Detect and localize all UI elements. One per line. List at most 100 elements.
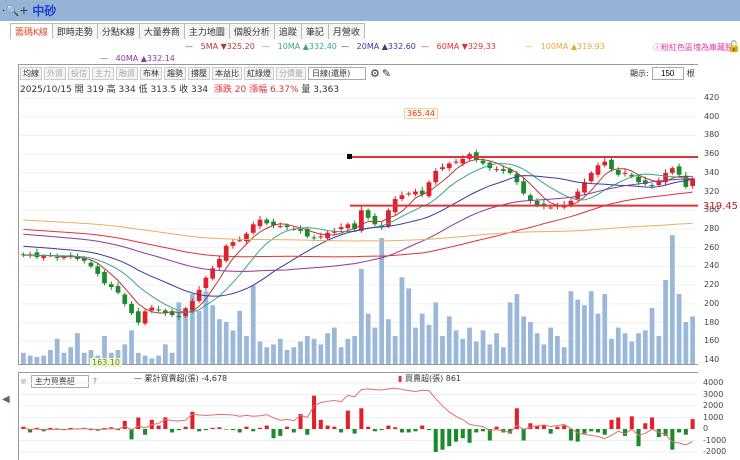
volume-bar	[217, 319, 222, 364]
volume-bar	[588, 291, 594, 364]
candle-body	[108, 284, 114, 288]
flow-bar	[481, 429, 486, 432]
volume-bar	[203, 291, 209, 364]
candle-body	[480, 160, 486, 164]
candle-body	[636, 176, 641, 183]
candle-body	[102, 272, 107, 284]
volume-bar	[690, 316, 695, 364]
candle-body	[413, 191, 418, 195]
volume-bar	[196, 310, 202, 364]
volume-bar	[413, 327, 418, 364]
volume-bar	[419, 313, 425, 364]
volume-bar	[149, 358, 155, 364]
volume-bar	[676, 294, 682, 364]
flow-bar	[244, 426, 249, 429]
ma-20-line	[23, 175, 693, 297]
flow-bar	[399, 429, 404, 433]
indicator-tick-label: 1000	[703, 412, 724, 422]
volume-bar	[507, 302, 513, 364]
volume-bar	[230, 330, 236, 364]
indicator-tick-label: 0	[703, 424, 709, 433]
flow-bar	[183, 426, 188, 429]
volume-bar	[480, 330, 486, 364]
low-price-label: 163.10	[90, 358, 122, 367]
flow-bar	[575, 429, 580, 442]
flow-bar	[197, 429, 202, 432]
candle-body	[582, 182, 587, 193]
flow-bar	[129, 429, 134, 440]
volume-bar	[494, 333, 499, 364]
candle-body	[149, 307, 155, 311]
volume-bar	[372, 327, 378, 364]
volume-bar	[561, 347, 567, 364]
flow-bar	[257, 427, 263, 429]
y-tick-label: 260	[704, 242, 720, 252]
candle-body	[237, 240, 243, 242]
volume-bar	[683, 322, 689, 364]
ma-5-line	[23, 159, 693, 314]
volume-bar	[541, 344, 547, 364]
candle-body	[129, 303, 134, 314]
flow-bar	[251, 429, 256, 432]
flow-bar	[48, 427, 53, 429]
volume-bar	[534, 333, 540, 364]
volume-bar	[223, 322, 229, 364]
flow-bar	[372, 429, 377, 432]
candle-body	[514, 173, 520, 183]
candle-body	[176, 316, 182, 318]
flow-bar	[264, 425, 269, 429]
volume-bar	[48, 350, 53, 364]
flow-bar	[494, 426, 499, 429]
flow-bar	[170, 429, 175, 433]
volume-bar	[142, 355, 148, 364]
volume-bar	[663, 280, 668, 364]
indicator-tick-label: -1000	[703, 435, 727, 445]
volume-bar	[277, 338, 283, 364]
volume-bar	[386, 319, 391, 364]
candle-body	[115, 286, 121, 293]
flow-bar	[602, 429, 607, 435]
flow-bar	[650, 417, 655, 429]
candle-body	[345, 224, 351, 229]
candle-body	[365, 210, 371, 218]
volume-bar	[291, 347, 297, 364]
candle-body	[264, 219, 270, 224]
candle-body	[372, 215, 378, 225]
flow-bar	[359, 408, 364, 429]
volume-bar	[460, 338, 466, 364]
candle-body	[196, 289, 202, 302]
y-tick-label: 380	[704, 130, 720, 140]
volume-bar	[622, 333, 628, 364]
volume-bar	[602, 294, 608, 364]
volume-bar	[453, 330, 459, 364]
flow-bar	[230, 429, 235, 431]
candle-body	[54, 257, 60, 259]
volume-bar	[487, 344, 493, 364]
indicator-tick-label: -2000	[703, 447, 727, 456]
candle-body	[426, 182, 432, 197]
indicator-tick-label: 2000	[703, 401, 724, 410]
y-tick-label: 160	[704, 336, 720, 346]
flow-bar	[636, 429, 641, 447]
flow-bar	[284, 426, 290, 429]
flow-bar	[345, 410, 350, 429]
volume-bar	[237, 310, 243, 364]
volume-bar	[311, 338, 317, 364]
volume-bar	[669, 235, 675, 364]
flow-bar	[406, 429, 411, 433]
flow-bar	[352, 429, 357, 434]
flow-bar	[690, 419, 695, 429]
volume-bar	[135, 352, 141, 364]
volume-bar	[284, 350, 290, 364]
volume-bar	[500, 347, 506, 364]
candle-body	[406, 193, 412, 195]
candle-body	[676, 166, 682, 175]
candle-body	[521, 181, 526, 194]
y-tick-label: 420	[704, 93, 720, 102]
y-tick-label: 360	[704, 149, 720, 159]
candle-body	[61, 257, 67, 259]
volume-bar	[264, 347, 270, 364]
volume-bar	[176, 302, 182, 364]
volume-bar	[352, 336, 357, 364]
volume-bar	[325, 333, 330, 364]
